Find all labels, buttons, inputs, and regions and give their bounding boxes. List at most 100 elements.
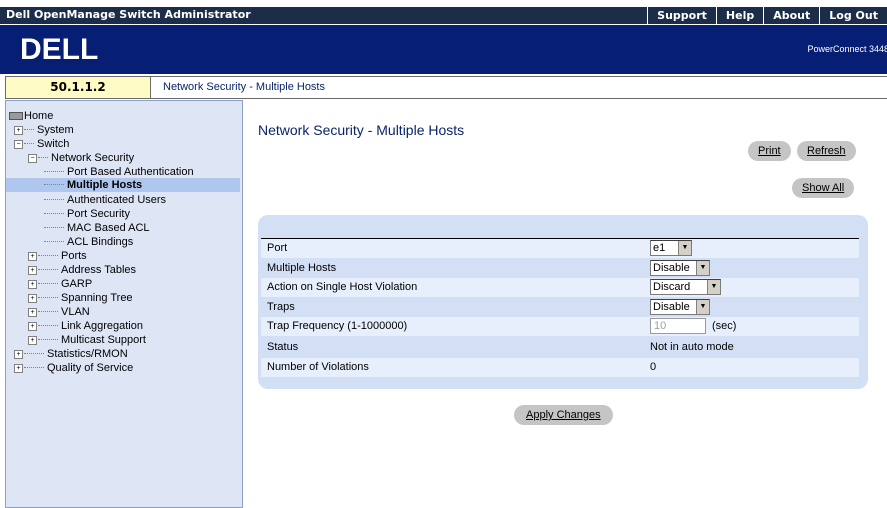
print-button[interactable]: Print (748, 141, 791, 161)
tree-home[interactable]: Home (9, 109, 53, 123)
tree-connector (38, 254, 58, 256)
expand-icon[interactable]: + (28, 265, 37, 275)
dropdown-arrow-icon[interactable]: ▼ (696, 261, 709, 275)
violations-label: Number of Violations (267, 361, 369, 373)
tree-statistics-rmon[interactable]: + Statistics/RMON (14, 347, 128, 361)
tree-ports-label: Ports (61, 250, 87, 262)
refresh-button[interactable]: Refresh (797, 141, 856, 161)
tree-vlan[interactable]: + VLAN (28, 305, 90, 319)
tree-home-label: Home (24, 110, 54, 122)
tree-connector (38, 324, 58, 326)
expand-icon[interactable]: + (28, 279, 37, 289)
trap-frequency-input[interactable]: 10 (650, 318, 706, 334)
collapse-icon[interactable]: − (28, 153, 37, 163)
support-link[interactable]: Support (647, 7, 716, 24)
expand-icon[interactable]: + (28, 335, 37, 345)
tree-garp-label: GARP (61, 278, 93, 290)
tree-mac-based-acl[interactable]: MAC Based ACL (44, 221, 150, 235)
tree-connector (24, 352, 44, 354)
tree-quality-of-service-label: Quality of Service (47, 362, 134, 374)
action-select[interactable]: Discard ▼ (650, 279, 721, 295)
tree-connector (38, 268, 58, 270)
tree-port-based-auth[interactable]: Port Based Authentication (44, 165, 194, 179)
tree-connector (38, 282, 58, 284)
tree-port-security[interactable]: Port Security (44, 207, 130, 221)
dropdown-arrow-icon[interactable]: ▼ (696, 300, 709, 314)
tree-spanning-tree[interactable]: + Spanning Tree (28, 291, 133, 305)
dell-logo-text: DELL (20, 33, 98, 65)
expand-icon[interactable]: + (28, 307, 37, 317)
tree-connector (44, 183, 64, 185)
port-label: Port (267, 242, 288, 254)
tree-quality-of-service[interactable]: + Quality of Service (14, 361, 133, 375)
trap-frequency-unit: (sec) (712, 320, 737, 332)
tree-statistics-rmon-label: Statistics/RMON (47, 348, 128, 360)
action-label: Action on Single Host Violation (267, 281, 418, 293)
top-bar: Dell OpenManage Switch Administrator Sup… (0, 0, 887, 25)
trap-frequency-label: Trap Frequency (1-1000000) (267, 320, 408, 332)
top-links: Support Help About Log Out (647, 7, 887, 24)
expand-icon[interactable]: + (28, 321, 37, 331)
tree-network-security[interactable]: − Network Security (28, 151, 134, 165)
tree-connector (44, 170, 64, 172)
apply-changes-button[interactable]: Apply Changes (514, 405, 613, 425)
expand-icon[interactable]: + (28, 251, 37, 261)
port-select-value: e1 (653, 242, 666, 254)
tree-port-based-auth-label: Port Based Authentication (67, 166, 194, 178)
tree-connector (44, 240, 64, 242)
traps-select[interactable]: Disable ▼ (650, 299, 710, 315)
tree-connector (44, 226, 64, 228)
expand-icon[interactable]: + (28, 293, 37, 303)
expand-icon[interactable]: + (14, 349, 23, 359)
violations-value: 0 (650, 361, 657, 373)
tree-connector (44, 198, 64, 200)
tree-authenticated-users[interactable]: Authenticated Users (44, 193, 166, 207)
product-name: PowerConnect 3448 (807, 44, 887, 54)
sidebar-tree: Home + System − Switch − Network Security P… (5, 100, 243, 508)
drive-icon (9, 112, 23, 121)
dell-logo: DELL (20, 33, 98, 65)
multiple-hosts-select[interactable]: Disable ▼ (650, 260, 710, 276)
tree-garp[interactable]: + GARP (28, 277, 92, 291)
traps-select-value: Disable (653, 301, 690, 313)
tree-link-aggregation-label: Link Aggregation (61, 320, 143, 332)
tree-switch-label: Switch (37, 138, 70, 150)
tree-address-tables[interactable]: + Address Tables (28, 263, 136, 277)
tree-multiple-hosts-label: Multiple Hosts (67, 179, 143, 191)
about-link[interactable]: About (763, 7, 819, 24)
expand-icon[interactable]: + (14, 125, 23, 135)
multiple-hosts-label: Multiple Hosts (267, 262, 337, 274)
dropdown-arrow-icon[interactable]: ▼ (707, 280, 720, 294)
tree-connector (24, 128, 34, 130)
tree-switch[interactable]: − Switch (14, 137, 69, 151)
tree-vlan-label: VLAN (61, 306, 90, 318)
logout-link[interactable]: Log Out (819, 7, 887, 24)
tree-system[interactable]: + System (14, 123, 74, 137)
breadcrumb: Network Security - Multiple Hosts (163, 81, 325, 93)
multiple-hosts-row: Multiple Hosts Disable ▼ (261, 259, 859, 278)
expand-icon[interactable]: + (14, 363, 23, 373)
tree-ports[interactable]: + Ports (28, 249, 87, 263)
status-row: Status Not in auto mode (261, 338, 859, 357)
tree-acl-bindings-label: ACL Bindings (67, 236, 134, 248)
tree-address-tables-label: Address Tables (61, 264, 137, 276)
multiple-hosts-select-value: Disable (653, 262, 690, 274)
tree-network-security-label: Network Security (51, 152, 135, 164)
dropdown-arrow-icon[interactable]: ▼ (678, 241, 691, 255)
help-link[interactable]: Help (715, 7, 763, 24)
breadcrumb-bar: Network Security - Multiple Hosts (151, 76, 887, 99)
page-title: Network Security - Multiple Hosts (258, 122, 465, 138)
tree-connector (24, 366, 44, 368)
banner: DELL PowerConnect 3448 (0, 25, 887, 74)
port-select[interactable]: e1 ▼ (650, 240, 692, 256)
title-strip: Dell OpenManage Switch Administrator Sup… (0, 7, 887, 24)
tree-authenticated-users-label: Authenticated Users (67, 194, 167, 206)
tree-multicast-support[interactable]: + Multicast Support (28, 333, 146, 347)
collapse-icon[interactable]: − (14, 139, 23, 149)
tree-acl-bindings[interactable]: ACL Bindings (44, 235, 133, 249)
trap-frequency-row: Trap Frequency (1-1000000) 10 (sec) (261, 317, 859, 336)
device-ip: 50.1.1.2 (50, 80, 106, 94)
tree-link-aggregation[interactable]: + Link Aggregation (28, 319, 143, 333)
show-all-button[interactable]: Show All (792, 178, 855, 198)
tree-multiple-hosts[interactable]: Multiple Hosts (6, 178, 240, 192)
